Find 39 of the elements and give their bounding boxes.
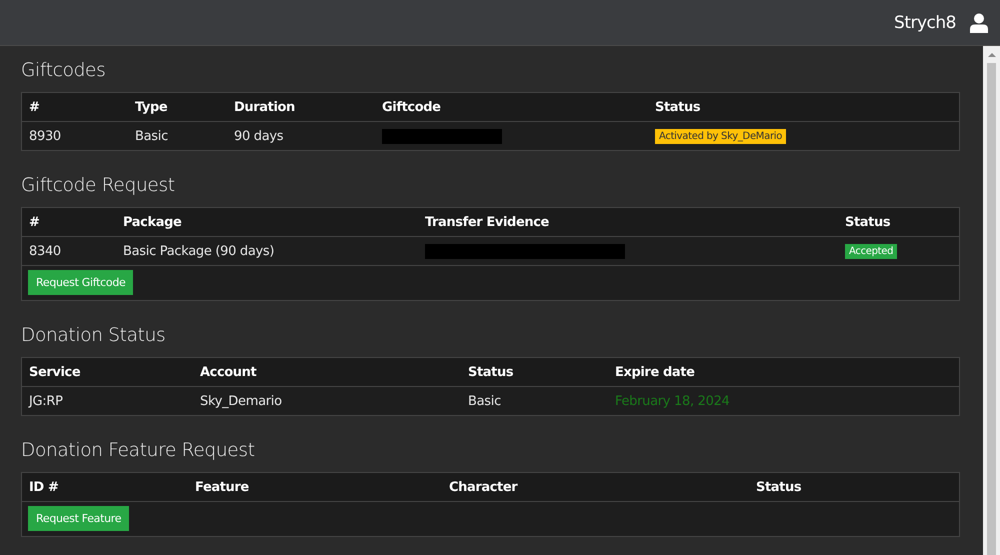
column-header: Package xyxy=(122,214,182,230)
table-cell: 8340 xyxy=(29,244,61,258)
username[interactable]: Strych8 xyxy=(894,12,956,32)
expire-date: February 18, 2024 xyxy=(615,394,730,408)
column-header: Type xyxy=(134,100,168,114)
column-header: Status xyxy=(654,100,702,114)
column-header: ID # xyxy=(28,480,60,494)
table-cell: Sky_Demario xyxy=(200,394,282,408)
user-icon[interactable] xyxy=(970,12,988,32)
column-header: Giftcode xyxy=(381,100,442,114)
column-header: # xyxy=(28,100,40,114)
section-title: Giftcodes xyxy=(21,60,106,81)
section-title: Donation Status xyxy=(21,325,166,346)
column-header: Character xyxy=(448,480,519,494)
status-badge: Accepted xyxy=(845,244,898,258)
request-button[interactable]: Request Giftcode xyxy=(28,270,134,295)
scroll-up-icon[interactable] xyxy=(988,52,996,58)
scrollbar[interactable] xyxy=(983,46,1000,555)
column-header: # xyxy=(28,214,40,230)
request-button[interactable]: Request Feature xyxy=(28,506,130,531)
column-header: Feature xyxy=(194,480,250,494)
column-header: Account xyxy=(199,364,258,380)
table-cell: 8930 xyxy=(29,128,61,144)
column-header: Transfer Evidence xyxy=(424,214,550,230)
table-cell: Basic xyxy=(468,394,501,408)
status-badge: Activated by Sky_DeMario xyxy=(655,128,786,144)
column-header: Duration xyxy=(233,100,296,114)
section-title: Donation Feature Request xyxy=(21,440,256,461)
column-header: Expire date xyxy=(614,364,696,380)
column-header: Service xyxy=(28,364,82,380)
scrollbar-thumb[interactable] xyxy=(987,63,996,555)
column-header: Status xyxy=(755,480,802,494)
table-cell: Basic xyxy=(135,128,168,144)
section-title: Giftcode Request xyxy=(21,175,176,196)
column-header: Status xyxy=(467,364,514,380)
table-cell: Basic Package (90 days) xyxy=(123,244,274,258)
column-header: Status xyxy=(844,214,892,230)
table-cell: 90 days xyxy=(234,128,284,144)
table-cell: JG:RP xyxy=(29,394,63,408)
